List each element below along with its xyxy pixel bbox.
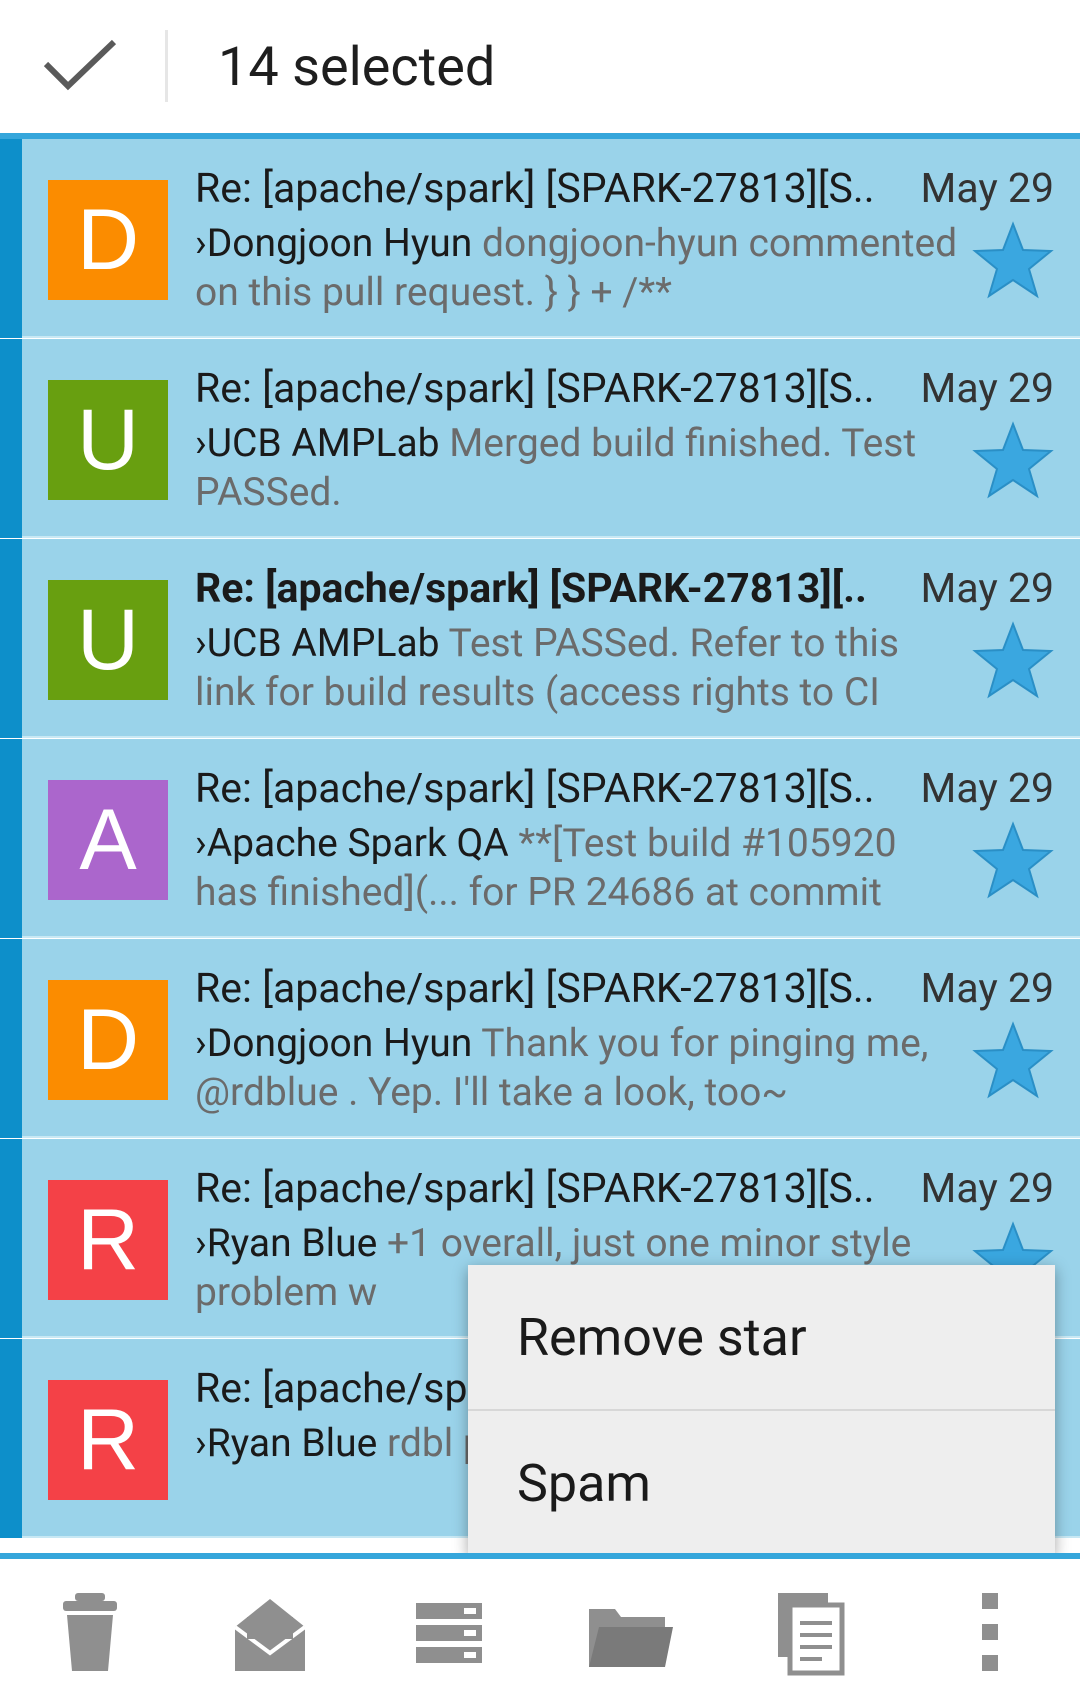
email-subject: Re: [apache/spark] [SPARK-27813][S.. <box>195 365 875 413</box>
email-preview: ›Apache Spark QA **[Test build #105920 h… <box>195 819 965 917</box>
selection-indicator <box>0 939 22 1138</box>
header-divider <box>165 30 168 102</box>
email-date: May 29 <box>920 165 1054 213</box>
email-preview: ›Dongjoon Hyun Thank you for pinging me,… <box>195 1019 965 1117</box>
email-row[interactable]: D Re: [apache/spark] [SPARK-27813][S.. M… <box>0 139 1080 338</box>
selection-count-title: 14 selected <box>218 36 496 99</box>
selection-indicator <box>0 739 22 938</box>
copy-icon[interactable] <box>764 1587 854 1677</box>
email-preview: ›Dongjoon Hyun dongjoon-hyun commented o… <box>195 219 965 317</box>
email-sender: ›Dongjoon Hyun <box>195 1020 473 1066</box>
email-date: May 29 <box>920 965 1054 1013</box>
star-icon[interactable] <box>972 221 1054 299</box>
menu-item-spam[interactable]: Spam <box>468 1411 1055 1556</box>
email-subject: Re: [apache/spark] [SPARK-27813][.. <box>195 565 867 613</box>
row-divider <box>22 736 1080 738</box>
email-date: May 29 <box>920 565 1054 613</box>
bottom-action-bar <box>0 1559 1080 1699</box>
menu-item-label: Spam <box>517 1453 651 1514</box>
email-sender: ›Dongjoon Hyun <box>195 220 473 266</box>
selection-indicator <box>0 339 22 538</box>
email-date: May 29 <box>920 1165 1054 1213</box>
row-divider <box>22 336 1080 338</box>
email-preview: ›UCB AMPLab Test PASSed. Refer to this l… <box>195 619 965 717</box>
email-row[interactable]: U Re: [apache/spark] [SPARK-27813][S.. M… <box>0 339 1080 538</box>
avatar[interactable]: U <box>48 580 168 700</box>
email-subject: Re: [apache/spark] [SPARK-27813][S.. <box>195 165 875 213</box>
email-date: May 29 <box>920 765 1054 813</box>
email-row[interactable]: A Re: [apache/spark] [SPARK-27813][S.. M… <box>0 739 1080 938</box>
star-icon[interactable] <box>972 621 1054 699</box>
email-subject: Re: [apache/spark] [SPARK-27813][S.. <box>195 965 875 1013</box>
menu-item-label: Remove star <box>517 1307 807 1368</box>
email-sender: ›Apache Spark QA <box>195 820 509 866</box>
avatar[interactable]: D <box>48 980 168 1100</box>
selection-indicator <box>0 1339 22 1538</box>
selection-indicator <box>0 1139 22 1338</box>
archive-icon[interactable] <box>404 1587 494 1677</box>
folder-icon[interactable] <box>585 1587 675 1677</box>
email-date: May 29 <box>920 365 1054 413</box>
avatar[interactable]: R <box>48 1180 168 1300</box>
more-icon[interactable] <box>944 1587 1034 1677</box>
star-icon[interactable] <box>972 421 1054 499</box>
email-subject: Re: [apache/spark] [SPARK-27813][S.. <box>195 1165 875 1213</box>
check-icon[interactable] <box>42 36 118 96</box>
mark-read-icon[interactable] <box>225 1587 315 1677</box>
row-divider <box>22 936 1080 938</box>
email-sender: ›Ryan Blue <box>195 1420 378 1466</box>
email-sender: ›UCB AMPLab <box>195 420 440 466</box>
email-sender: ›UCB AMPLab <box>195 620 440 666</box>
avatar[interactable]: U <box>48 380 168 500</box>
row-divider <box>22 1136 1080 1138</box>
star-icon[interactable] <box>972 1021 1054 1099</box>
action-bar: 14 selected <box>0 0 1080 133</box>
trash-icon[interactable] <box>45 1587 135 1677</box>
row-divider <box>22 536 1080 538</box>
selection-indicator <box>0 539 22 738</box>
avatar[interactable]: R <box>48 1380 168 1500</box>
email-sender: ›Ryan Blue <box>195 1220 378 1266</box>
menu-item-remove-star[interactable]: Remove star <box>468 1265 1055 1410</box>
avatar[interactable]: D <box>48 180 168 300</box>
star-icon[interactable] <box>972 821 1054 899</box>
email-row[interactable]: U Re: [apache/spark] [SPARK-27813][.. Ma… <box>0 539 1080 738</box>
selection-indicator <box>0 139 22 338</box>
overflow-menu: Remove star Spam <box>468 1265 1055 1555</box>
avatar[interactable]: A <box>48 780 168 900</box>
email-row[interactable]: D Re: [apache/spark] [SPARK-27813][S.. M… <box>0 939 1080 1138</box>
email-subject: Re: [apache/spark] [SPARK-27813][S.. <box>195 765 875 813</box>
email-preview: ›UCB AMPLab Merged build finished. Test … <box>195 419 965 517</box>
